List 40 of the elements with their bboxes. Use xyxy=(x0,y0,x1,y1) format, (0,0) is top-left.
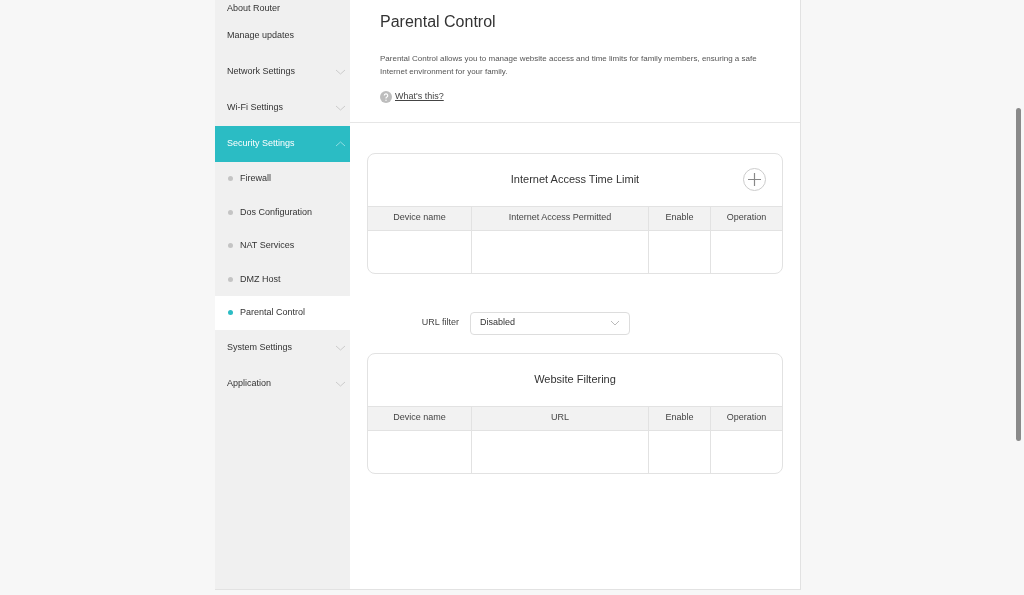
bullet-icon xyxy=(228,243,233,249)
sidebar-item[interactable]: Network Settings xyxy=(215,54,350,90)
chevron-down-icon xyxy=(610,320,620,326)
chevron-down-icon xyxy=(335,105,346,111)
add-icon[interactable] xyxy=(743,167,766,191)
column-header: Enable xyxy=(648,406,710,430)
sidebar-item[interactable]: Manage updates xyxy=(215,18,350,54)
sidebar-item[interactable]: About Router xyxy=(215,0,350,18)
description: Parental Control allows you to manage website access and time limits for family members, ensuring a safe Internet environment for your family. xyxy=(380,53,758,78)
column-header: URL xyxy=(471,406,648,430)
column-header: Device name xyxy=(392,211,447,225)
sidebar-subitem[interactable]: Parental Control xyxy=(215,296,350,330)
sidebar-subitem[interactable]: DMZ Host xyxy=(215,262,350,296)
bullet-icon xyxy=(228,209,233,215)
bullet-icon xyxy=(228,310,233,316)
sidebar-subitem[interactable]: Firewall xyxy=(215,162,350,196)
chevron-down-icon xyxy=(335,380,346,387)
column-header: Enable xyxy=(648,206,710,230)
url-filter-dropdown[interactable]: Disabled xyxy=(470,311,630,335)
sidebar-subitem[interactable]: NAT Services xyxy=(215,229,350,263)
scrollbar-thumb[interactable] xyxy=(1016,108,1021,441)
sidebar-subitem[interactable]: Dos Configuration xyxy=(215,195,350,229)
column-header: Operation xyxy=(710,206,782,230)
bullet-icon xyxy=(228,276,233,282)
field-label: URL filter xyxy=(420,316,460,330)
help-link[interactable]: What's this? xyxy=(395,90,444,104)
page-title: Parental Control xyxy=(380,12,497,32)
column-header: Operation xyxy=(710,406,782,430)
column-header: Internet Access Permitted xyxy=(471,206,648,230)
chevron-down-icon xyxy=(335,344,346,351)
sidebar-item[interactable]: System Settings xyxy=(215,329,350,366)
chevron-up-icon xyxy=(335,141,346,147)
chevron-down-icon xyxy=(335,69,346,75)
column-header: Device name xyxy=(392,411,447,425)
help-icon xyxy=(380,90,392,103)
table-title: Website Filtering xyxy=(534,372,616,388)
bullet-icon xyxy=(228,176,233,182)
table-title: Internet Access Time Limit xyxy=(510,172,640,188)
sidebar-item[interactable]: Wi-Fi Settings xyxy=(215,90,350,126)
sidebar-item[interactable]: Application xyxy=(215,365,350,402)
